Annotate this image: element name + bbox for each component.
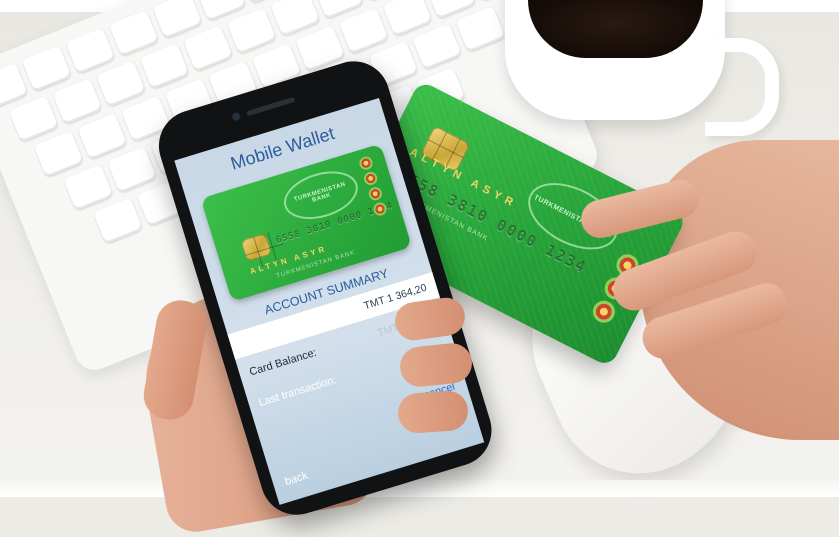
cup-handle (705, 38, 779, 136)
emblem-icon (362, 170, 379, 187)
card-emblems (357, 155, 389, 218)
card-chip-icon (240, 233, 272, 262)
desk-edge (0, 480, 839, 497)
emblem-icon (357, 155, 375, 172)
speaker-grille (246, 96, 296, 117)
camera-icon (231, 111, 242, 122)
card-bank-name: TURKMENISTAN BANK (293, 181, 347, 204)
left-finger (396, 389, 470, 435)
back-link[interactable]: back (283, 470, 309, 488)
emblem-icon (367, 185, 384, 202)
